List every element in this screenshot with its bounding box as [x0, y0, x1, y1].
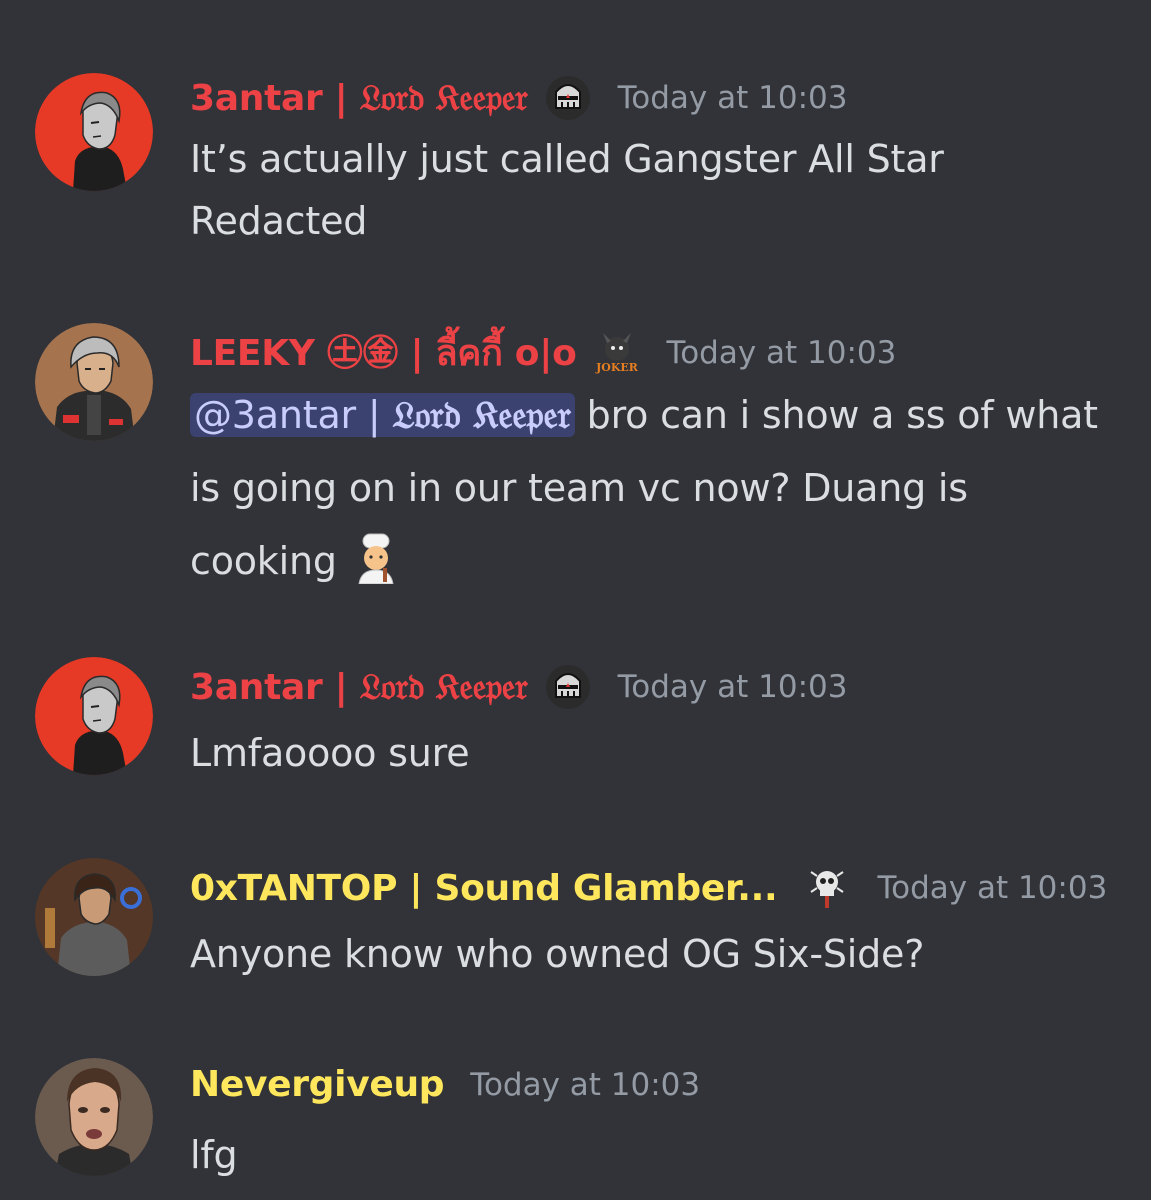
knight-helmet-icon [544, 74, 592, 122]
username[interactable]: 3antar | 𝔏𝔬𝔯𝔡 𝔎𝔢𝔢𝔭𝔢𝔯 [190, 666, 528, 709]
user-avatar-image [35, 73, 153, 191]
svg-text:JOKER: JOKER [595, 361, 639, 374]
avatar[interactable] [35, 1058, 153, 1176]
username[interactable]: 3antar | 𝔏𝔬𝔯𝔡 𝔎𝔢𝔢𝔭𝔢𝔯 [190, 77, 528, 120]
user-mention[interactable]: @3antar | 𝔏𝔬𝔯𝔡 𝔎𝔢𝔢𝔭𝔢𝔯 [190, 392, 575, 437]
message-text: Lmfaoooo sure [190, 731, 470, 775]
timestamp: Today at 10:03 [877, 870, 1108, 906]
cook-emoji [349, 530, 403, 584]
user-avatar-image [35, 858, 153, 976]
timestamp: Today at 10:03 [666, 334, 897, 371]
message-header: 3antar | 𝔏𝔬𝔯𝔡 𝔎𝔢𝔢𝔭𝔢𝔯 Today at 10:03 [190, 663, 847, 711]
avatar[interactable] [35, 323, 153, 441]
user-avatar-image [35, 1058, 153, 1176]
message-text: lfg [190, 1133, 238, 1177]
timestamp: Today at 10:03 [617, 80, 848, 116]
skull-badge-icon [803, 864, 851, 912]
message-text: @3antar | 𝔏𝔬𝔯𝔡 𝔎𝔢𝔢𝔭𝔢𝔯 bro can i show a s… [190, 378, 1120, 598]
username[interactable]: 0xTANTOP | Sound Glamber... [190, 868, 778, 909]
avatar[interactable] [35, 657, 153, 775]
username-title: 𝔏𝔬𝔯𝔡 𝔎𝔢𝔢𝔭𝔢𝔯 [359, 76, 528, 119]
message-header: LEEKY ㊏㊎ | ลี้คกี้ o|o JOKER Today at 10… [190, 324, 896, 381]
user-avatar-image [35, 323, 153, 441]
message-header: 0xTANTOP | Sound Glamber... Today at 10:… [190, 864, 1107, 912]
message-text: Anyone know who owned OG Six-Side? [190, 932, 925, 976]
timestamp: Today at 10:03 [617, 669, 848, 705]
mention-title: 𝔏𝔬𝔯𝔡 𝔎𝔢𝔢𝔭𝔢𝔯 [392, 392, 571, 437]
joker-badge-icon: JOKER [593, 329, 641, 377]
message-header: Nevergiveup Today at 10:03 [190, 1064, 700, 1105]
username[interactable]: Nevergiveup [190, 1064, 445, 1105]
username-title: 𝔏𝔬𝔯𝔡 𝔎𝔢𝔢𝔭𝔢𝔯 [359, 665, 528, 708]
message-header: 3antar | 𝔏𝔬𝔯𝔡 𝔎𝔢𝔢𝔭𝔢𝔯 Today at 10:03 [190, 74, 847, 122]
user-avatar-image [35, 657, 153, 775]
message-text: It’s actually just called Gangster All S… [190, 137, 944, 243]
avatar[interactable] [35, 73, 153, 191]
timestamp: Today at 10:03 [470, 1066, 701, 1103]
avatar[interactable] [35, 858, 153, 976]
knight-helmet-icon [544, 663, 592, 711]
username[interactable]: LEEKY ㊏㊎ | ลี้คกี้ o|o [190, 324, 577, 381]
